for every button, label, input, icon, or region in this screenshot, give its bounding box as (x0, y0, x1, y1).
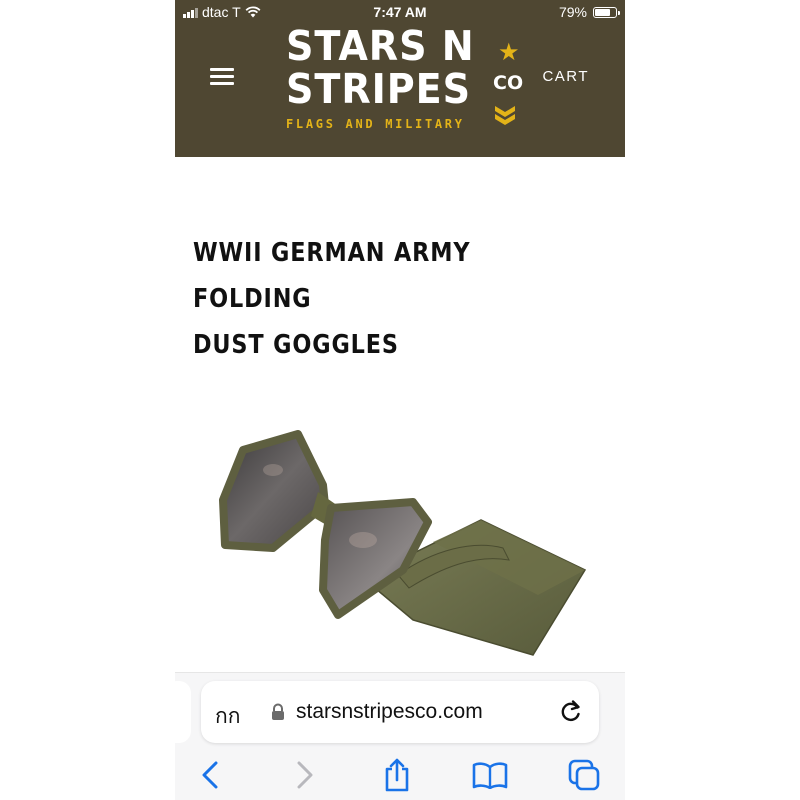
url-text: starsnstripesco.com (296, 700, 483, 723)
phone-screen: dtac T 7:47 AM 79% STARS N ★ STRIPES CO … (175, 0, 625, 800)
browser-toolbar: กก starsnstripesco.com (175, 672, 625, 800)
status-time: 7:47 AM (373, 4, 427, 20)
lock-icon (272, 703, 284, 720)
logo-line-1: STARS N (286, 22, 475, 70)
logo-co: CO (493, 72, 524, 94)
share-icon[interactable] (377, 755, 417, 795)
previous-tab-preview[interactable] (175, 681, 191, 743)
site-logo[interactable]: STARS N ★ STRIPES CO FLAGS AND MILITARY (283, 24, 533, 134)
battery-percent: 79% (558, 4, 587, 20)
reload-icon[interactable] (557, 697, 585, 725)
logo-tagline: FLAGS AND MILITARY (286, 117, 465, 131)
status-bar: dtac T 7:47 AM 79% (175, 0, 625, 24)
forward-icon[interactable] (285, 755, 325, 795)
reader-mode-button[interactable]: กก (215, 700, 240, 733)
browser-nav (175, 755, 625, 795)
menu-icon[interactable] (210, 66, 236, 86)
logo-line-2: STRIPES (286, 65, 471, 113)
bookmarks-icon[interactable] (470, 755, 510, 795)
back-icon[interactable] (190, 755, 230, 795)
product-image[interactable] (213, 430, 593, 670)
tabs-icon[interactable] (564, 755, 604, 795)
address-bar[interactable]: กก starsnstripesco.com (201, 681, 599, 743)
site-header: dtac T 7:47 AM 79% STARS N ★ STRIPES CO … (175, 0, 625, 157)
status-right: 79% (558, 4, 620, 20)
star-icon: ★ (498, 39, 520, 66)
product-title: WWII GERMAN ARMY FOLDING DUST GOGGLES (193, 230, 554, 368)
battery-icon (593, 6, 620, 18)
product-title-line-2: DUST GOGGLES (193, 330, 399, 360)
cart-link[interactable]: CART (542, 68, 589, 85)
chevron-stack-icon (495, 106, 515, 125)
product-title-line-1: WWII GERMAN ARMY FOLDING (193, 238, 471, 314)
